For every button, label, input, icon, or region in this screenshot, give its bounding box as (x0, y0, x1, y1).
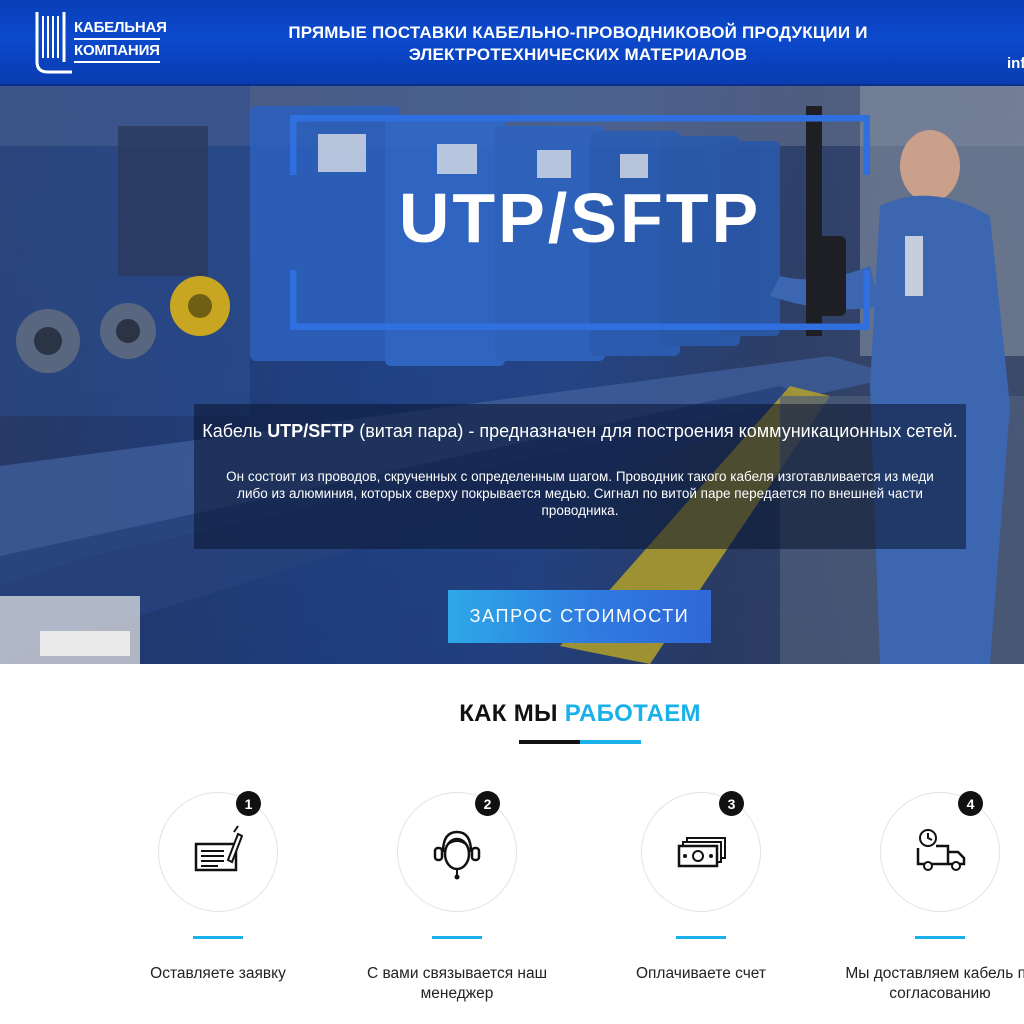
hero-title: UTP/SFTP (398, 179, 762, 257)
step-divider (432, 936, 482, 939)
hero-description: Он состоит из проводов, скрученных с опр… (226, 469, 934, 518)
step-4: 4 Мы доставляем кабель по согласованию (820, 791, 1024, 1012)
company-logo[interactable]: КАБЕЛЬНАЯ КОМПАНИЯ (34, 10, 167, 74)
step-label: Оставляете заявку (150, 965, 286, 982)
form-icon (194, 825, 244, 872)
step-number: 1 (236, 791, 261, 816)
hero-banner: UTP/SFTP Кабель UTP/SFTP (витая пара) - … (0, 86, 1024, 664)
section-title-accent: РАБОТАЕМ (564, 700, 701, 727)
step-divider (915, 936, 965, 939)
cable-reel-logo-icon (35, 12, 72, 74)
step-2: 2 С вами связывается наш менеджер (337, 791, 577, 1012)
manager-headset-icon (433, 830, 481, 880)
step-divider (193, 936, 243, 939)
lead-product-name: UTP/SFTP (267, 421, 355, 441)
step-label: С вами связывается наш менеджер (366, 965, 548, 1002)
step-label: Мы доставляем кабель по согласованию (845, 965, 1024, 1002)
header-email-link[interactable]: inf (1007, 55, 1024, 72)
request-price-button[interactable]: ЗАПРОС СТОИМОСТИ (448, 590, 711, 643)
logo-line-1: КАБЕЛЬНАЯ (74, 18, 167, 40)
delivery-truck-icon (916, 829, 966, 871)
section-title-dark: КАК МЫ (459, 700, 565, 727)
section-title: КАК МЫ РАБОТАЕМ (0, 700, 1024, 728)
step-3: 3 Оплачиваете счет (581, 791, 821, 1012)
step-1: 1 Оставляете заявку (98, 791, 338, 1012)
logo-line-2: КОМПАНИЯ (74, 41, 160, 63)
section-title-underline (519, 740, 641, 744)
step-label: Оплачиваете счет (635, 965, 766, 982)
step-number: 4 (958, 791, 983, 816)
step-number: 2 (475, 791, 500, 816)
site-header: КАБЕЛЬНАЯ КОМПАНИЯ ПРЯМЫЕ ПОСТАВКИ КАБЕЛ… (0, 0, 1024, 86)
money-icon (677, 837, 726, 868)
header-tagline: ПРЯМЫЕ ПОСТАВКИ КАБЕЛЬНО-ПРОВОДНИКОВОЙ П… (288, 23, 868, 64)
lead-prefix: Кабель (202, 421, 268, 441)
step-number: 3 (719, 791, 744, 816)
hero-lead-text: Кабель UTP/SFTP (витая пара) - предназна… (194, 420, 966, 442)
step-divider (676, 936, 726, 939)
lead-suffix: (витая пара) - предназначен для построен… (354, 421, 958, 441)
